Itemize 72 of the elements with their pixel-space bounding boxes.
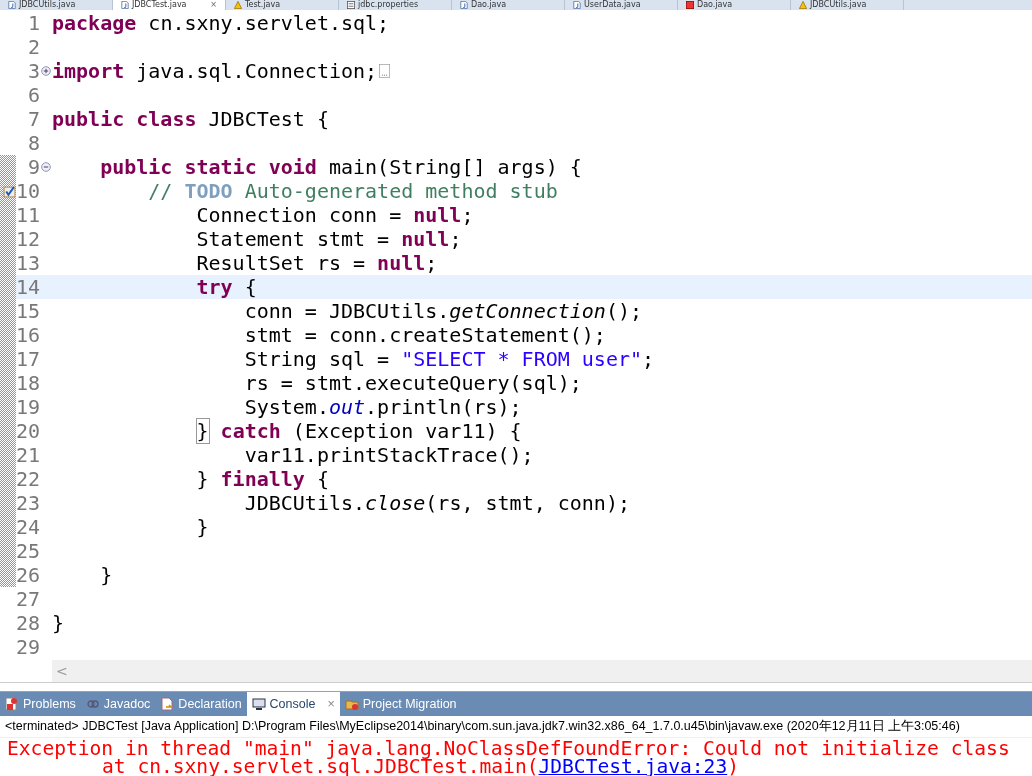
- editor-tab[interactable]: Dao.java: [678, 0, 791, 10]
- folded-code-icon[interactable]: [379, 61, 391, 80]
- close-tab-button[interactable]: ×: [210, 0, 217, 10]
- code-line: System.out.println(rs);: [243, 394, 522, 419]
- panel-tab[interactable]: Project Migration: [339, 692, 462, 716]
- code-line: import java.sql.Connection;: [52, 58, 378, 83]
- code-line: ResultSet rs = null;: [195, 250, 438, 275]
- code-line: Statement stmt = null;: [195, 226, 462, 251]
- code-line: conn = JDBCUtils.getConnection();: [243, 298, 643, 323]
- collapse-icon[interactable]: [41, 161, 51, 172]
- editor-tab[interactable]: JDBCTest.java ×: [113, 0, 226, 10]
- editor-tab[interactable]: jdbc.properties: [339, 0, 452, 10]
- line-number: 24: [16, 514, 40, 539]
- line-number: 14: [16, 274, 40, 299]
- line-number: 3: [26, 58, 40, 83]
- line-number: 7: [26, 106, 40, 131]
- editor-tab[interactable]: Test.java: [226, 0, 339, 10]
- code-line: stmt = conn.createStatement();: [243, 322, 606, 347]
- code-line: } catch (Exception var11) {: [195, 418, 522, 443]
- panel-tab[interactable]: Console ×: [246, 692, 340, 716]
- line-number: 9: [26, 154, 40, 179]
- code-line: public class JDBCTest {: [52, 106, 329, 131]
- line-number: 18: [16, 370, 40, 395]
- expand-icon[interactable]: [41, 65, 51, 76]
- code-line: }: [195, 514, 209, 539]
- editor-tab[interactable]: UserData.java: [565, 0, 678, 10]
- code-line: public static void main(String[] args) {: [99, 154, 582, 179]
- code-line: }: [52, 610, 65, 635]
- panel-tab[interactable]: Declaration: [155, 692, 247, 716]
- line-number: 28: [16, 610, 40, 635]
- line-number: 23: [16, 490, 40, 515]
- panel-tab[interactable]: Javadoc: [80, 692, 156, 716]
- line-number: 26: [16, 562, 40, 587]
- code-line: String sql = "SELECT * FROM user";: [243, 346, 655, 371]
- editor-tab[interactable]: JDBCUtils.java: [791, 0, 904, 10]
- console-header: <terminated> JDBCTest [Java Application] D:\Program Files\MyEclipse2014\binary\com.sun.java.jdk7.win32.x86_64_1.7.0.u45\bin\javaw.exe (2020年12月11日 上午3:05:46): [0, 716, 1032, 738]
- code-line: rs = stmt.executeQuery(sql);: [243, 370, 582, 395]
- line-number: 25: [16, 538, 40, 563]
- line-number: 12: [16, 226, 40, 251]
- line-number: 10: [16, 178, 40, 203]
- line-number: 20: [16, 418, 40, 443]
- close-tab-button[interactable]: ×: [327, 697, 335, 712]
- line-number: 8: [26, 130, 40, 155]
- folder-icon: [344, 697, 359, 712]
- code-line: // TODO Auto-generated method stub: [147, 178, 558, 203]
- line-number: 6: [26, 82, 40, 107]
- line-number: 22: [16, 466, 40, 491]
- line-number: 2: [26, 34, 40, 59]
- error-file-icon: [686, 1, 694, 9]
- line-number: 21: [16, 442, 40, 467]
- code-line: JDBCUtils.close(rs, stmt, conn);: [243, 490, 630, 515]
- line-number: 1: [26, 10, 40, 35]
- console-icon: [251, 697, 266, 712]
- code-line: Connection conn = null;: [195, 202, 474, 227]
- code-line: var11.printStackTrace();: [243, 442, 534, 467]
- line-number: 11: [16, 202, 40, 227]
- line-number: 15: [16, 298, 40, 323]
- line-number: 29: [16, 634, 40, 659]
- line-number: 27: [16, 586, 40, 611]
- code-line: }: [99, 562, 113, 587]
- panel-tab[interactable]: Problems: [0, 692, 81, 716]
- problems-icon: [5, 697, 19, 712]
- console-error-line: Exception in thread "main" java.lang.NoClassDefFoundError: Could not initialize class: [6, 738, 1011, 757]
- code-line: package cn.sxny.servlet.sql;: [52, 10, 390, 35]
- declaration-icon: [160, 697, 175, 712]
- line-number: 19: [16, 394, 40, 419]
- line-number: 13: [16, 250, 40, 275]
- code-line: try {: [195, 274, 257, 299]
- code-line: } finally {: [195, 466, 329, 491]
- editor-tab[interactable]: Dao.java: [452, 0, 565, 10]
- line-number: 16: [16, 322, 40, 347]
- line-number: 17: [16, 346, 40, 371]
